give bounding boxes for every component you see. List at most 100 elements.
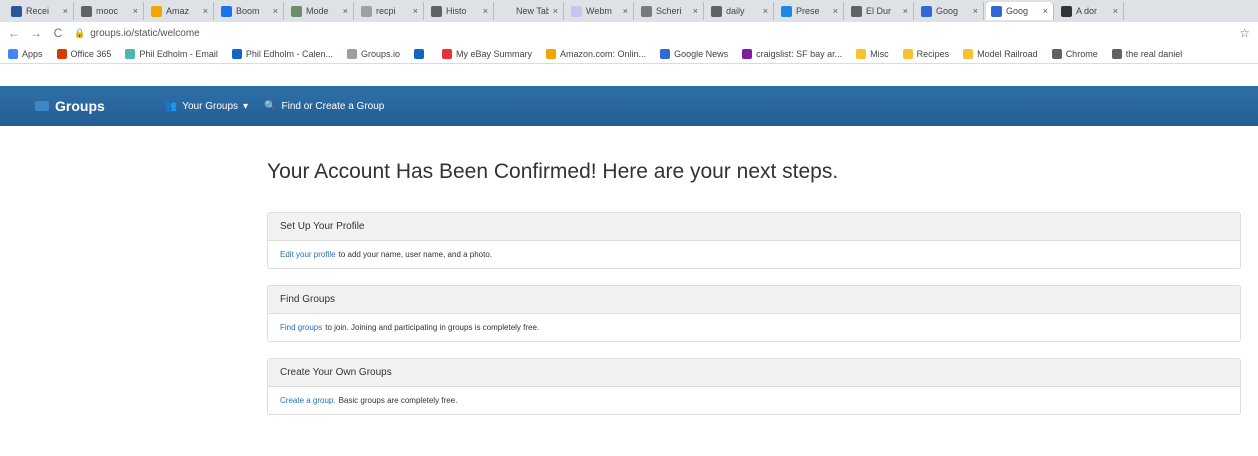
your-groups-menu[interactable]: 👥 Your Groups ▾ <box>165 101 248 112</box>
bookmark-label: My eBay Summary <box>456 48 533 59</box>
tab-label: Webm <box>586 6 612 16</box>
browser-tab[interactable]: Webm × <box>566 2 634 20</box>
close-icon[interactable]: × <box>203 6 208 16</box>
close-icon[interactable]: × <box>1113 6 1118 16</box>
tab-label: Prese <box>796 6 820 16</box>
browser-tab[interactable]: Goog × <box>916 2 984 20</box>
bookmark-item[interactable]: Phil Edholm - Email <box>125 48 218 59</box>
tab-label: daily <box>726 6 745 16</box>
bookmarks-bar: Apps Office 365 Phil Edholm - Email Phil Ed… <box>0 44 1258 64</box>
browser-tab[interactable]: Boom × <box>216 2 284 20</box>
panel-find-groups: Find Groups Find groups to join. Joining… <box>267 285 1241 342</box>
bookmark-label: Amazon.com: Onlin... <box>560 48 647 59</box>
browser-address-bar: ← → C 🔒 groups.io/static/welcome ☆ <box>0 22 1258 44</box>
main-content: Your Account Has Been Confirmed! Here ar… <box>267 150 1241 431</box>
site-navbar: Groups 👥 Your Groups ▾ 🔍 Find or Create … <box>0 86 1258 126</box>
bookmark-favicon-icon <box>1111 48 1122 59</box>
browser-tab[interactable]: daily × <box>706 2 774 20</box>
bookmark-item[interactable]: Apps <box>8 48 43 59</box>
bookmark-favicon-icon <box>8 48 18 59</box>
close-icon[interactable]: × <box>693 6 698 16</box>
back-icon[interactable]: ← <box>8 26 20 40</box>
close-icon[interactable]: × <box>343 6 348 16</box>
tab-favicon-icon <box>81 5 92 17</box>
bookmark-item[interactable] <box>414 48 428 59</box>
bookmark-label: Office 365 <box>70 48 112 59</box>
bookmark-item[interactable]: Recipes <box>902 48 949 59</box>
browser-tab[interactable]: Prese × <box>776 2 844 20</box>
close-icon[interactable]: × <box>133 6 138 16</box>
your-groups-label: Your Groups <box>182 100 239 112</box>
tab-favicon-icon <box>711 5 722 17</box>
bookmark-favicon-icon <box>546 48 557 59</box>
reload-icon[interactable]: C <box>52 26 64 40</box>
browser-tab-strip: Recei × mooc × Amaz × Boom × Mode × recpi × Histo × Ne… <box>0 0 1258 22</box>
tab-label: Goog <box>936 6 959 16</box>
bookmark-item[interactable]: Model Railroad <box>963 48 1038 59</box>
browser-tab[interactable]: El Dur × <box>846 2 914 20</box>
bookmark-label: craigslist: SF bay ar... <box>756 48 843 59</box>
bookmark-item[interactable]: Amazon.com: Onlin... <box>546 48 647 59</box>
create-group-link[interactable]: Create a group. <box>280 396 336 405</box>
bookmark-item[interactable]: Groups.io <box>346 48 400 59</box>
browser-tab[interactable]: Goog × <box>986 2 1054 20</box>
browser-tab[interactable]: mooc × <box>76 2 144 20</box>
browser-tab[interactable]: Scheri × <box>636 2 704 20</box>
bookmark-item[interactable]: the real daniel <box>1111 48 1182 59</box>
close-icon[interactable]: × <box>1043 6 1048 16</box>
close-icon[interactable]: × <box>833 6 838 16</box>
panel-body: Edit your profile to add your name, user… <box>268 241 1240 268</box>
panel-text: to add your name, user name, and a photo… <box>338 250 493 259</box>
tab-favicon-icon <box>151 5 162 17</box>
close-icon[interactable]: × <box>273 6 278 16</box>
bookmark-favicon-icon <box>902 48 913 59</box>
browser-tab[interactable]: Recei × <box>6 2 74 20</box>
close-icon[interactable]: × <box>973 6 978 16</box>
bookmark-label: Model Railroad <box>977 48 1038 59</box>
browser-tab[interactable]: New Tab × <box>496 2 564 20</box>
bookmark-label: Misc <box>870 48 889 59</box>
bookmark-item[interactable]: Misc <box>856 48 889 59</box>
bookmark-item[interactable]: Chrome <box>1051 48 1098 59</box>
bookmark-star-icon[interactable]: ☆ <box>1239 26 1250 40</box>
tab-label: Mode <box>306 6 329 16</box>
browser-tab[interactable]: A dor × <box>1056 2 1124 20</box>
bookmark-item[interactable]: Phil Edholm - Calen... <box>231 48 333 59</box>
bookmark-item[interactable]: Google News <box>660 48 728 59</box>
bookmark-label: Phil Edholm - Email <box>139 48 218 59</box>
tab-label: Amaz <box>166 6 190 16</box>
browser-tab[interactable]: Amaz × <box>146 2 214 20</box>
close-icon[interactable]: × <box>483 6 488 16</box>
tab-label: Histo <box>446 6 467 16</box>
bookmark-item[interactable]: Office 365 <box>56 48 112 59</box>
panel-heading: Create Your Own Groups <box>268 359 1240 387</box>
tab-favicon-icon <box>921 5 932 17</box>
browser-tab[interactable]: recpi × <box>356 2 424 20</box>
browser-tab[interactable]: Histo × <box>426 2 494 20</box>
bookmark-favicon-icon <box>1051 48 1062 59</box>
close-icon[interactable]: × <box>623 6 628 16</box>
edit-profile-link[interactable]: Edit your profile <box>280 250 336 259</box>
tab-favicon-icon <box>361 5 372 17</box>
close-icon[interactable]: × <box>553 6 558 16</box>
close-icon[interactable]: × <box>413 6 418 16</box>
brand-logo[interactable]: Groups <box>35 98 105 114</box>
close-icon[interactable]: × <box>63 6 68 16</box>
bookmark-label: Chrome <box>1065 48 1098 59</box>
close-icon[interactable]: × <box>763 6 768 16</box>
bookmark-favicon-icon <box>414 48 424 59</box>
browser-tab[interactable]: Mode × <box>286 2 354 20</box>
forward-icon[interactable]: → <box>30 26 42 40</box>
search-icon: 🔍 <box>264 100 277 112</box>
tab-label: A dor <box>1076 6 1098 16</box>
url-field[interactable]: 🔒 groups.io/static/welcome <box>74 28 1229 39</box>
bookmark-item[interactable]: My eBay Summary <box>442 48 533 59</box>
bookmark-item[interactable]: craigslist: SF bay ar... <box>742 48 843 59</box>
find-or-create-group-link[interactable]: 🔍 Find or Create a Group <box>264 101 384 112</box>
lock-icon: 🔒 <box>74 27 86 38</box>
bookmark-label: Groups.io <box>360 48 400 59</box>
panel-create-groups: Create Your Own Groups Create a group. B… <box>267 358 1241 415</box>
bookmark-favicon-icon <box>856 48 867 59</box>
close-icon[interactable]: × <box>903 6 908 16</box>
find-groups-link[interactable]: Find groups <box>280 323 322 332</box>
